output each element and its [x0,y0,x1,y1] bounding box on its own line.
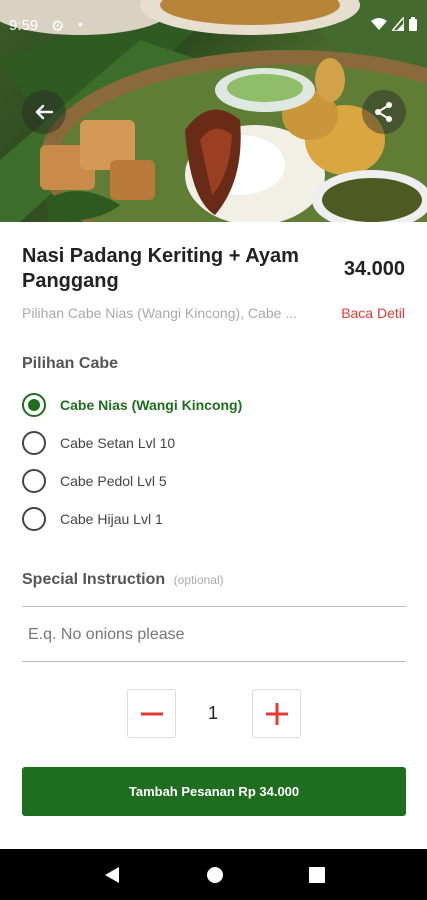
arrow-left-icon [35,104,54,120]
increase-quantity-button[interactable] [252,689,301,738]
decrease-quantity-button[interactable] [127,689,176,738]
special-instruction-input[interactable] [22,612,406,658]
read-detail-link[interactable]: Baca Detil [341,305,405,321]
nav-recents-icon[interactable] [308,866,325,883]
divider-bottom [22,661,406,662]
option-label: Cabe Hijau Lvl 1 [60,511,163,527]
option-label: Cabe Pedol Lvl 5 [60,473,167,489]
special-instruction-label: Special Instruction [22,571,166,588]
optional-label: (optional) [173,573,224,587]
option-label: Cabe Setan Lvl 10 [60,435,176,451]
status-bar: 9:59 ⚙ • [0,0,427,52]
nav-home-icon[interactable] [206,866,224,884]
quantity-value: 1 [207,703,218,723]
option-cabe-setan[interactable]: Cabe Setan Lvl 10 [22,429,175,457]
product-title: Nasi Padang Keriting + Ayam Panggang [22,245,299,292]
options-title: Pilihan Cabe [22,355,119,372]
share-button[interactable] [362,90,406,134]
radio-unselected-icon[interactable] [22,469,46,493]
gear-icon: ⚙ [51,18,65,35]
radio-unselected-icon[interactable] [22,431,46,455]
option-cabe-pedol[interactable]: Cabe Pedol Lvl 5 [22,467,167,495]
back-button[interactable] [22,90,66,134]
product-price: 34.000 [343,258,405,280]
status-time: 9:59 [9,17,39,34]
option-cabe-nias[interactable]: Cabe Nias (Wangi Kincong) [22,391,242,419]
minus-icon [140,712,163,715]
option-label: Cabe Nias (Wangi Kincong) [60,397,243,413]
nav-back-icon[interactable] [103,866,121,884]
radio-selected-icon[interactable] [22,393,46,417]
battery-icon [409,17,417,31]
dot-icon: • [78,16,83,32]
share-icon [375,102,392,122]
radio-unselected-icon[interactable] [22,507,46,531]
plus-icon [265,702,288,725]
divider-top [22,606,406,607]
wifi-icon [371,18,387,30]
option-cabe-hijau[interactable]: Cabe Hijau Lvl 1 [22,505,163,533]
status-icons [371,17,417,31]
system-navigation-bar [0,849,427,900]
signal-icon [392,17,404,31]
add-to-order-button[interactable]: Tambah Pesanan Rp 34.000 [22,767,406,816]
special-instruction-title: Special Instruction (optional) [22,571,224,589]
product-subtitle: Pilihan Cabe Nias (Wangi Kincong), Cabe … [22,305,297,321]
